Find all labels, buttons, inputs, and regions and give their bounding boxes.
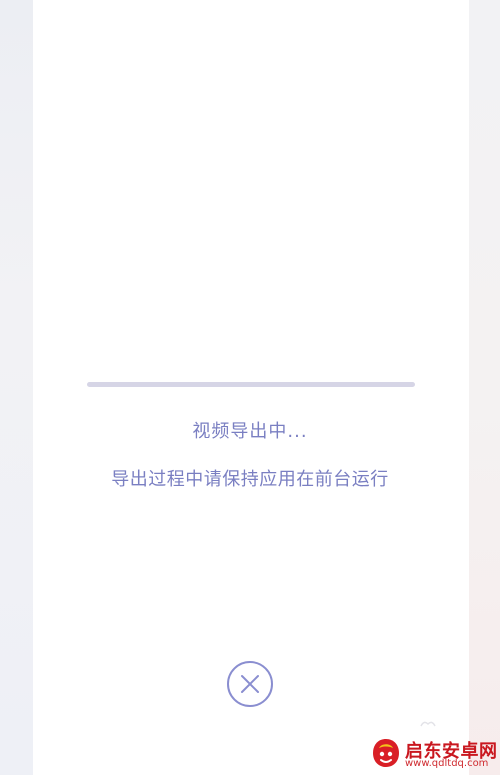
- left-background-edge: [0, 0, 33, 775]
- right-background-edge: [469, 0, 500, 775]
- watermark: 启东安卓网 www.qdltdq.com: [371, 737, 497, 771]
- faint-decoration-icon: [420, 721, 436, 727]
- cancel-export-button[interactable]: [227, 661, 273, 707]
- export-progress-bar: [87, 382, 415, 387]
- watermark-logo-icon: [373, 739, 399, 767]
- export-status-title: 视频导出中...: [192, 421, 308, 442]
- export-status-hint: 导出过程中请保持应用在前台运行: [111, 469, 389, 490]
- watermark-url: www.qdltdq.com: [405, 758, 489, 769]
- close-icon: [241, 675, 259, 693]
- export-panel: [33, 0, 469, 775]
